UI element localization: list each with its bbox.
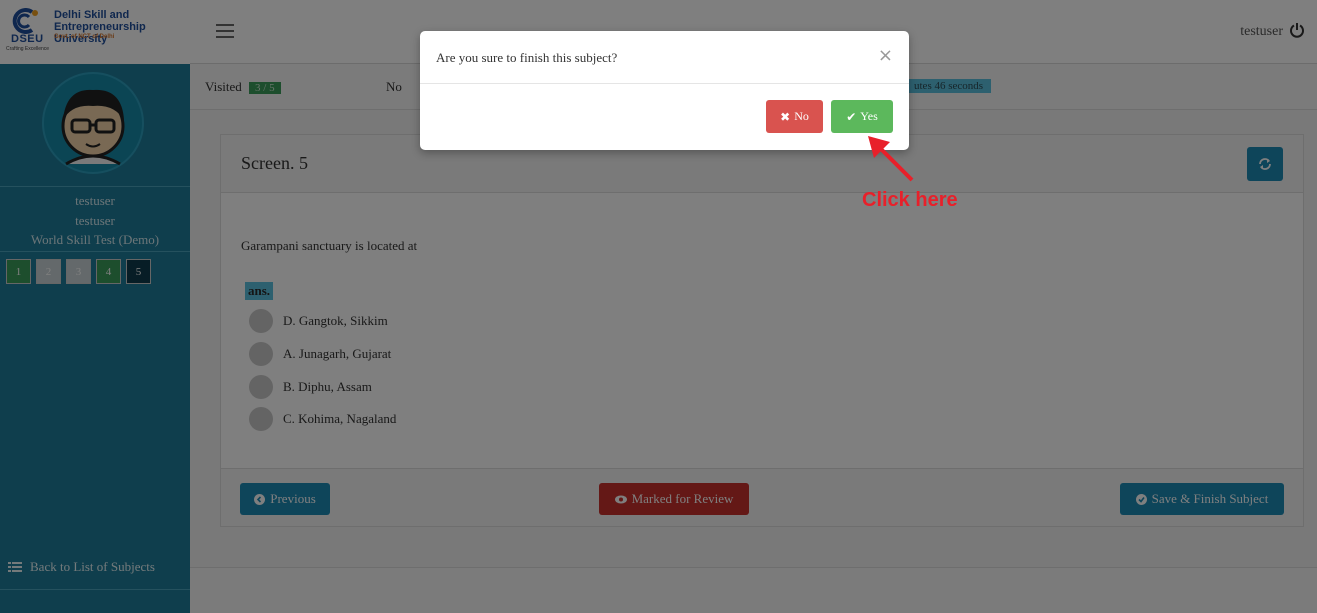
confirm-dialog: Are you sure to finish this subject? × ✖…	[420, 31, 909, 150]
annotation-arrow-icon	[868, 136, 914, 182]
dialog-header: Are you sure to finish this subject? ×	[420, 31, 909, 84]
no-button[interactable]: ✖ No	[766, 100, 823, 133]
yes-label: Yes	[860, 109, 878, 123]
close-icon[interactable]: ×	[878, 45, 893, 66]
click-here-annotation: Click here	[862, 189, 958, 211]
dialog-title: Are you sure to finish this subject?	[436, 50, 618, 65]
x-icon: ✖	[780, 109, 791, 124]
no-label: No	[794, 109, 809, 123]
check-icon: ✔	[846, 109, 857, 124]
